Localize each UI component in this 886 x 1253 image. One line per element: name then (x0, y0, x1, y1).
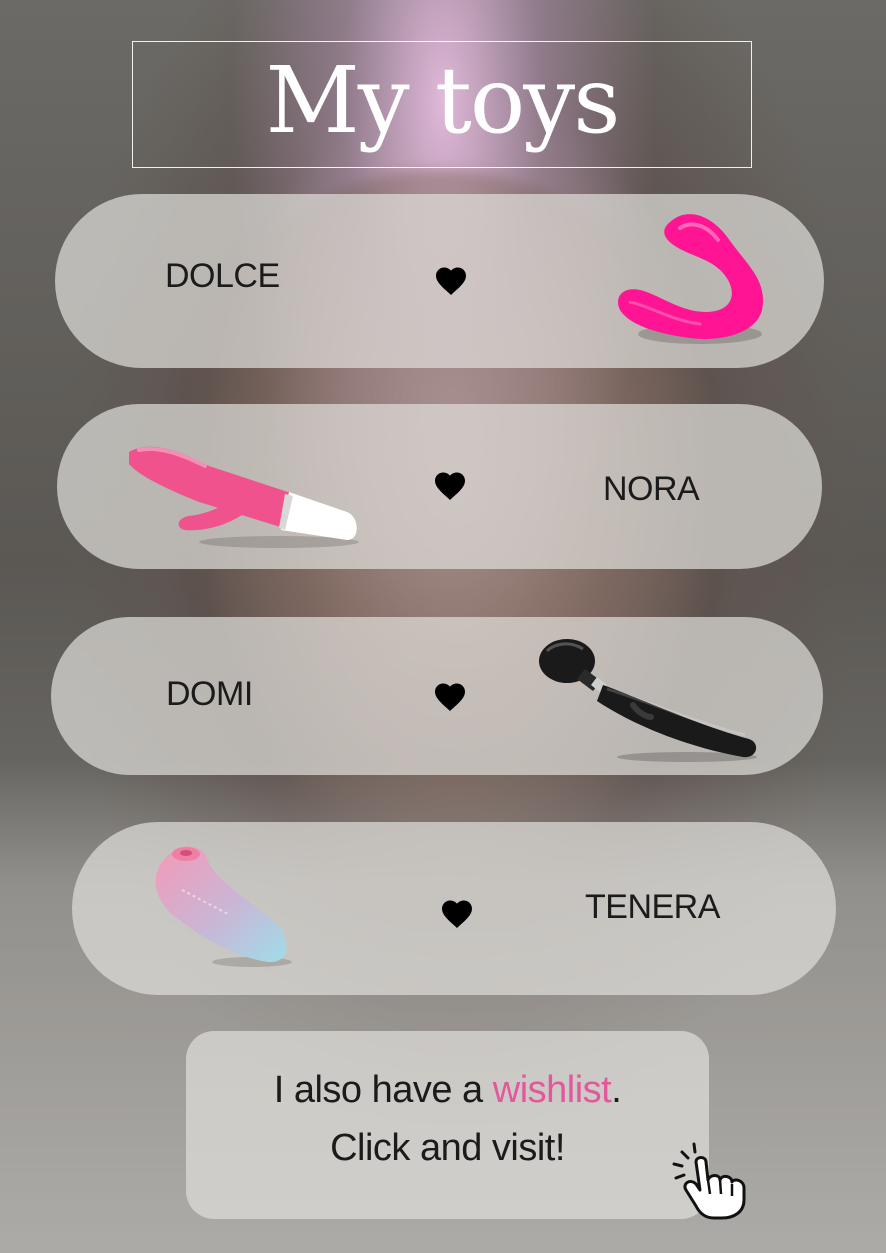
title-frame: My toys (132, 41, 752, 168)
toy-row-nora[interactable]: NORA (57, 404, 822, 569)
pointer-hand-icon (672, 1142, 746, 1220)
domi-toy-image (539, 639, 757, 762)
tenera-toy-image (155, 846, 292, 967)
page: My toys DOLCE NORA DOMI TENERA I also ha… (0, 0, 886, 1253)
toy-row-domi[interactable]: DOMI (51, 617, 823, 775)
toy-name-nora: NORA (603, 470, 700, 508)
toy-row-tenera[interactable]: TENERA (72, 822, 836, 995)
dolce-toy-image (618, 214, 764, 344)
heart-icon (435, 683, 465, 711)
wishlist-line-1: I also have a wishlist. (186, 1069, 709, 1112)
wishlist-box[interactable]: I also have a wishlist. Click and visit! (186, 1031, 709, 1219)
wishlist-line-2: Click and visit! (330, 1127, 565, 1169)
page-title: My toys (265, 46, 621, 154)
toy-name-tenera: TENERA (585, 888, 720, 926)
wishlist-suffix: . (611, 1069, 622, 1111)
heart-icon (436, 267, 466, 295)
wishlist-prefix: I also have a (273, 1069, 493, 1111)
toy-row-dolce[interactable]: DOLCE (55, 194, 824, 368)
heart-icon (435, 472, 465, 500)
heart-icon (442, 900, 472, 928)
wishlist-link[interactable]: wishlist (493, 1069, 612, 1111)
nora-toy-image (129, 446, 359, 548)
toy-name-dolce: DOLCE (165, 257, 280, 295)
toy-name-domi: DOMI (166, 675, 253, 713)
